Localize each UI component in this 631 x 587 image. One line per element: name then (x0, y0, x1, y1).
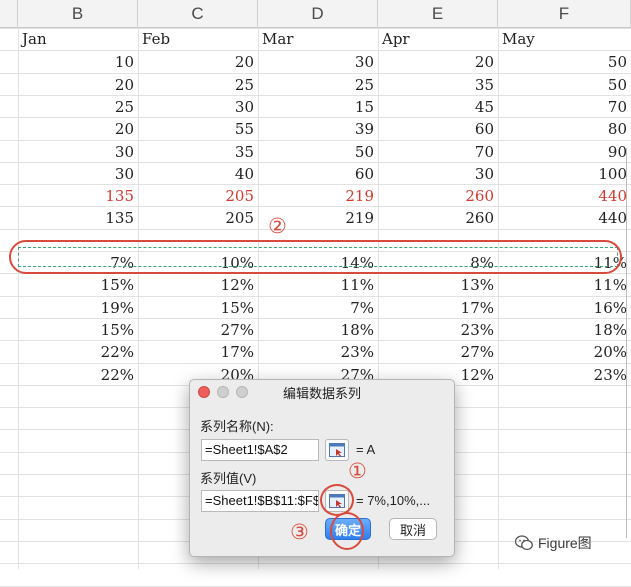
table-cell[interactable]: 50 (498, 74, 631, 96)
highlight-ring-ok (330, 512, 364, 550)
series-name-result: = A (356, 442, 376, 457)
column-header-e[interactable]: E (378, 0, 498, 28)
vertical-scrollbar[interactable] (626, 148, 629, 538)
header-cell[interactable]: May (498, 28, 631, 50)
table-cell[interactable]: 40 (138, 163, 258, 185)
table-cell[interactable]: 25 (138, 74, 258, 96)
column-header-b[interactable]: B (18, 0, 138, 28)
header-cell[interactable]: Jan (18, 28, 138, 50)
table-cell[interactable]: 20 (18, 118, 138, 140)
table-cell[interactable]: 15 (258, 96, 378, 118)
series-name-input[interactable]: =Sheet1!$A$2 (201, 439, 319, 461)
row-header-corner[interactable] (0, 0, 18, 28)
table-cell[interactable]: 23% (378, 319, 498, 341)
table-cell[interactable]: 135 (18, 207, 138, 229)
table-cell[interactable]: 50 (258, 141, 378, 163)
table-cell[interactable]: 20 (138, 51, 258, 73)
watermark: Figure图 (515, 533, 592, 553)
table-cell[interactable]: 25 (18, 96, 138, 118)
dialog-titlebar[interactable]: 编辑数据系列 (190, 380, 454, 402)
table-cell[interactable]: 17% (138, 341, 258, 363)
table-cell[interactable]: 30 (258, 51, 378, 73)
step-1-marker: ① (348, 459, 367, 483)
header-cell[interactable]: Apr (378, 28, 498, 50)
table-cell[interactable]: 12% (138, 274, 258, 296)
series-name-range-picker[interactable] (325, 439, 349, 461)
watermark-text: Figure图 (538, 535, 592, 551)
series-values-label: 系列值(V) (200, 471, 257, 486)
header-cell[interactable]: Feb (138, 28, 258, 50)
table-cell[interactable]: 27% (378, 341, 498, 363)
table-cell[interactable]: 18% (258, 319, 378, 341)
table-cell[interactable]: 15% (138, 297, 258, 319)
wechat-icon (515, 535, 533, 551)
table-cell[interactable]: 17% (378, 297, 498, 319)
table-cell[interactable]: 80 (498, 118, 631, 140)
table-cell[interactable]: 205 (138, 207, 258, 229)
table-cell[interactable]: 10 (18, 51, 138, 73)
table-cell[interactable]: 18% (498, 319, 631, 341)
table-cell[interactable]: 30 (18, 163, 138, 185)
table-cell[interactable]: 23% (258, 341, 378, 363)
column-header-c[interactable]: C (138, 0, 258, 28)
series-values-result: = 7%,10%,... (356, 493, 431, 508)
highlight-ring-row (9, 240, 622, 274)
dialog-title: 编辑数据系列 (282, 386, 361, 401)
table-cell[interactable]: 440 (498, 185, 631, 207)
table-cell[interactable]: 60 (258, 163, 378, 185)
table-cell[interactable]: 25 (258, 74, 378, 96)
table-cell[interactable]: 16% (498, 297, 631, 319)
table-cell[interactable]: 22% (18, 341, 138, 363)
table-cell[interactable]: 100 (498, 163, 631, 185)
table-cell[interactable]: 55 (138, 118, 258, 140)
table-cell[interactable]: 260 (378, 185, 498, 207)
edit-series-dialog: 编辑数据系列 系列名称(N): =Sheet1!$A$2 = A 系列值(V) … (189, 379, 455, 557)
column-header-d[interactable]: D (258, 0, 378, 28)
table-cell[interactable]: 30 (378, 163, 498, 185)
table-cell[interactable]: 260 (378, 207, 498, 229)
row-gridline (0, 563, 631, 564)
header-cell[interactable]: Mar (258, 28, 378, 50)
table-cell[interactable]: 27% (138, 319, 258, 341)
table-cell[interactable]: 23% (498, 364, 631, 386)
table-cell[interactable]: 219 (258, 185, 378, 207)
table-cell[interactable]: 20% (498, 341, 631, 363)
series-name-label: 系列名称(N): (200, 419, 274, 434)
table-cell[interactable]: 30 (18, 141, 138, 163)
step-3-marker: ③ (290, 520, 309, 544)
table-cell[interactable]: 45 (378, 96, 498, 118)
table-cell[interactable]: 35 (138, 141, 258, 163)
table-cell[interactable]: 440 (498, 207, 631, 229)
table-cell[interactable]: 60 (378, 118, 498, 140)
table-cell[interactable]: 50 (498, 51, 631, 73)
table-cell[interactable]: 19% (18, 297, 138, 319)
table-cell[interactable]: 205 (138, 185, 258, 207)
table-cell[interactable]: 135 (18, 185, 138, 207)
table-cell[interactable]: 7% (258, 297, 378, 319)
table-cell[interactable]: 35 (378, 74, 498, 96)
table-cell[interactable]: 39 (258, 118, 378, 140)
table-cell[interactable]: 13% (378, 274, 498, 296)
table-cell[interactable]: 22% (18, 364, 138, 386)
table-cell[interactable]: 11% (498, 274, 631, 296)
table-cell[interactable]: 70 (498, 96, 631, 118)
table-cell[interactable]: 11% (258, 274, 378, 296)
table-cell[interactable]: 20 (378, 51, 498, 73)
step-2-marker: ② (268, 214, 287, 238)
table-cell[interactable]: 90 (498, 141, 631, 163)
column-header-f[interactable]: F (498, 0, 631, 28)
range-picker-icon (329, 443, 345, 457)
table-cell[interactable]: 15% (18, 319, 138, 341)
table-cell[interactable]: 20 (18, 74, 138, 96)
series-values-input[interactable]: =Sheet1!$B$11:$F$11 (201, 490, 319, 512)
table-cell[interactable]: 30 (138, 96, 258, 118)
table-cell[interactable]: 70 (378, 141, 498, 163)
cancel-button[interactable]: 取消 (389, 518, 437, 540)
table-cell[interactable]: 15% (18, 274, 138, 296)
